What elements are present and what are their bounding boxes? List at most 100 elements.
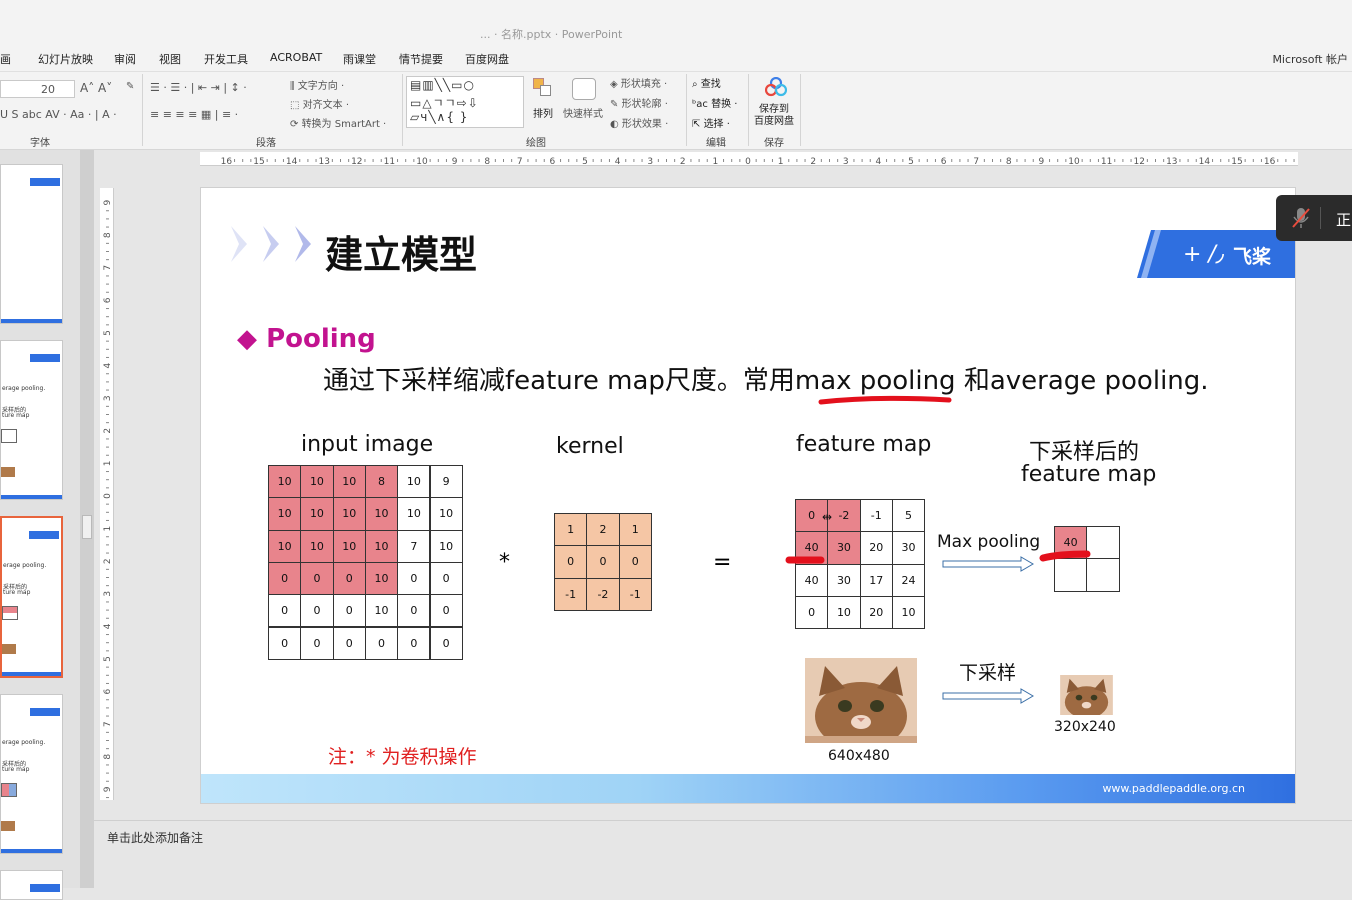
svg-text:6: 6 (103, 297, 113, 303)
svg-text:3: 3 (103, 395, 113, 401)
scroll-thumb[interactable] (82, 515, 92, 539)
meeting-overlay[interactable]: 正 (1276, 195, 1352, 241)
slide-thumbnails-pane: erage pooling. 采样后的 ture map erage pooli… (0, 150, 80, 900)
svg-text:13: 13 (318, 157, 329, 166)
menu-developer[interactable]: 开发工具 (204, 51, 248, 67)
feature-matrix-cell: -1 (859, 499, 893, 533)
kernel-matrix-cell: -2 (586, 577, 620, 611)
thumb-text: erage pooling. (2, 385, 46, 392)
menu-review[interactable]: 审阅 (114, 51, 136, 67)
slide-thumbnail-1[interactable] (0, 164, 63, 324)
meeting-status-text: 正 (1336, 211, 1352, 229)
font-size-box[interactable]: 20 (0, 80, 75, 98)
shape-outline-button[interactable]: ✎ 形状轮廓 · (610, 95, 668, 110)
svg-text:2: 2 (103, 558, 113, 564)
svg-text:4: 4 (876, 157, 882, 166)
find-button[interactable]: ⌕ 查找 (692, 75, 721, 90)
svg-text:8: 8 (103, 754, 113, 760)
slide-thumbnail-3-selected[interactable]: erage pooling. 采样后的 ture map (0, 516, 63, 678)
input-matrix-cell: 10 (364, 594, 399, 628)
mic-muted-icon[interactable] (1292, 207, 1310, 229)
shape-fill-button[interactable]: ◈ 形状填充 · (610, 75, 667, 90)
svg-text:9: 9 (103, 199, 113, 205)
shapes-row-2: ▭△ㄱㄱ⇨⇩ (410, 96, 479, 110)
font-format-icons[interactable]: U S abc AV · Aa · | A · (0, 108, 117, 121)
clear-format-icon[interactable]: ✎ (126, 81, 134, 92)
diamond-bullet-icon: ◆ (237, 324, 257, 354)
account-menu[interactable]: Microsoft 帐户 (1272, 51, 1348, 67)
thumb-text: erage pooling. (2, 739, 46, 746)
input-matrix-cell: 10 (429, 497, 463, 531)
save-to-baidu-button[interactable]: 保存到 百度网盘 (754, 104, 794, 128)
feature-matrix-cell: 17 (859, 563, 893, 597)
svg-text:7: 7 (103, 265, 113, 271)
group-font-label: 字体 (30, 138, 50, 149)
input-matrix-cell: 0 (300, 594, 334, 628)
svg-text:0: 0 (103, 493, 113, 499)
menu-rain-classroom[interactable]: 雨课堂 (343, 51, 376, 67)
svg-text:2: 2 (103, 428, 113, 434)
quick-styles-button[interactable]: 快速样式 (563, 105, 603, 120)
slide-thumbnail-2[interactable]: erage pooling. 采样后的 ture map (0, 340, 63, 500)
grow-font-icon[interactable]: A˄ A˅ (80, 81, 112, 95)
svg-text:4: 4 (103, 362, 113, 368)
quick-styles-icon[interactable] (572, 78, 596, 100)
input-matrix-cell: 7 (397, 529, 431, 563)
shapes-gallery[interactable]: ▤▥╲╲▭○ ▭△ㄱㄱ⇨⇩ ▱ч╲∧{ } (406, 76, 524, 128)
feature-matrix-cell: 0 (795, 595, 829, 630)
slide-thumbnail-5[interactable] (0, 870, 63, 900)
svg-text:6: 6 (941, 157, 947, 166)
menu-slideshow[interactable]: 幻灯片放映 (38, 51, 93, 67)
list-icons[interactable]: ☰ · ☰ · | ⇤ ⇥ | ↕ · (150, 81, 247, 94)
downsampled-label-line2: feature map (1021, 462, 1157, 487)
feature-matrix-cell: 30 (827, 563, 861, 597)
menu-baidu-disk[interactable]: 百度网盘 (465, 51, 509, 67)
feature-map-label: feature map (796, 432, 932, 457)
arrange-button[interactable]: 排列 (533, 105, 553, 120)
pen-mark-40-feature (785, 556, 825, 564)
svg-text:14: 14 (1199, 157, 1211, 166)
multiply-sign: * (499, 550, 510, 575)
svg-text:+ /٫: + /٫ (1183, 242, 1225, 267)
menu-bar: 画 幻灯片放映 审阅 视图 开发工具 ACROBAT 雨课堂 情节提要 百度网盘… (0, 40, 1352, 72)
menu-acrobat[interactable]: ACROBAT (270, 51, 322, 64)
group-drawing-label: 绘图 (526, 138, 546, 149)
replace-button[interactable]: ᵇac 替换 · (692, 95, 737, 110)
menu-storyboard[interactable]: 情节提要 (399, 51, 443, 67)
thumbnails-scrollbar[interactable] (80, 150, 94, 888)
svg-text:6: 6 (103, 688, 113, 694)
ribbon: 20 A˄ A˅ ✎ U S abc AV · Aa · | A · 字体 ☰ … (0, 72, 1352, 150)
align-icons[interactable]: ≡ ≡ ≡ ≡ ▦ | ≡ · (150, 108, 238, 121)
svg-text:5: 5 (103, 330, 113, 336)
input-matrix-cell: 0 (300, 626, 334, 660)
svg-text:15: 15 (1231, 157, 1242, 166)
input-matrix-cell: 10 (429, 529, 463, 563)
thumb-logo (29, 531, 59, 539)
input-matrix-cell: 0 (268, 594, 302, 628)
feature-matrix-cell: -2 (827, 499, 861, 533)
align-text-button[interactable]: ⬚ 对齐文本 · (290, 96, 349, 111)
cursor-icon: ⇹ (822, 510, 833, 524)
thumb-text: ture map (3, 589, 31, 596)
notes-pane[interactable]: 单击此处添加备注 (94, 820, 1352, 888)
select-button[interactable]: ⇱ 选择 · (692, 115, 730, 130)
feature-matrix-cell: 20 (859, 531, 893, 565)
svg-text:9: 9 (1039, 157, 1045, 166)
menu-view[interactable]: 视图 (159, 51, 181, 67)
downsample-arrow-icon (942, 688, 1034, 704)
svg-text:2: 2 (810, 157, 816, 166)
baidu-cloud-icon[interactable] (764, 76, 788, 97)
svg-text:1: 1 (778, 157, 784, 166)
convert-smartart-button[interactable]: ⟳ 转换为 SmartArt · (290, 115, 386, 130)
group-paragraph-label: 段落 (256, 138, 276, 149)
menu-animation[interactable]: 画 (0, 51, 11, 67)
slide-thumbnail-4[interactable]: erage pooling. 采样后的 ture map (0, 694, 63, 854)
group-save-label: 保存 (764, 138, 784, 149)
shape-effects-button[interactable]: ◐ 形状效果 · (610, 115, 668, 130)
text-direction-button[interactable]: ⫼ 文字方向 · (290, 77, 344, 92)
arrange-icon[interactable] (533, 78, 553, 98)
vertical-ruler: 9 8 7 6 5 4 3 2 1 0 1 2 3 4 5 6 7 8 9 (100, 188, 114, 800)
slide-canvas[interactable]: 建立模型 + /٫ 飞桨 ◆ Pooling 通过下采样缩减feature ma… (200, 187, 1296, 804)
svg-text:11: 11 (384, 157, 395, 166)
input-matrix-cell: 10 (300, 497, 334, 531)
